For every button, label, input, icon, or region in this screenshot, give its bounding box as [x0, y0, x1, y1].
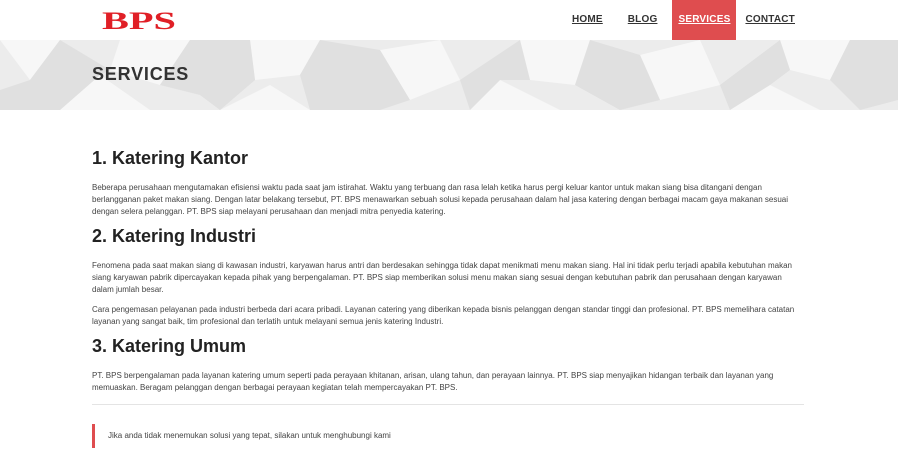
site-header: BPS HOME BLOG SERVICES CONTACT: [0, 0, 898, 40]
section-paragraph: PT. BPS berpengalaman pada layanan kater…: [92, 371, 774, 392]
section-heading: 2. Katering Industri: [92, 226, 257, 246]
main-nav: HOME BLOG SERVICES CONTACT: [563, 0, 898, 40]
nav-services[interactable]: SERVICES: [672, 0, 737, 40]
section-paragraph: Cara pengemasan pelayanan pada industri …: [92, 305, 795, 326]
contact-note: Jika anda tidak menemukan solusi yang te…: [92, 424, 391, 448]
nav-contact[interactable]: CONTACT: [736, 0, 804, 40]
section-heading: 1. Katering Kantor: [92, 148, 249, 168]
nav-blog[interactable]: BLOG: [619, 0, 667, 40]
nav-home[interactable]: HOME: [563, 0, 612, 40]
section-katering-kantor: 1. Katering Kantor Beberapa perusahaan m…: [92, 148, 804, 218]
section-heading: 3. Katering Umum: [92, 336, 247, 356]
bps-logo[interactable]: BPS: [102, 9, 176, 31]
section-paragraph: Fenomena pada saat makan siang di kawasa…: [92, 261, 792, 294]
section-paragraph: Beberapa perusahaan mengutamakan efisien…: [92, 183, 789, 216]
main-content: 1. Katering Kantor Beberapa perusahaan m…: [92, 148, 804, 405]
section-katering-industri: 2. Katering Industri Fenomena pada saat …: [92, 226, 804, 328]
divider: [92, 404, 804, 405]
section-katering-umum: 3. Katering Umum PT. BPS berpengalaman p…: [92, 336, 804, 394]
page-title: SERVICES: [92, 64, 190, 84]
logo-text: BPS: [102, 9, 176, 31]
